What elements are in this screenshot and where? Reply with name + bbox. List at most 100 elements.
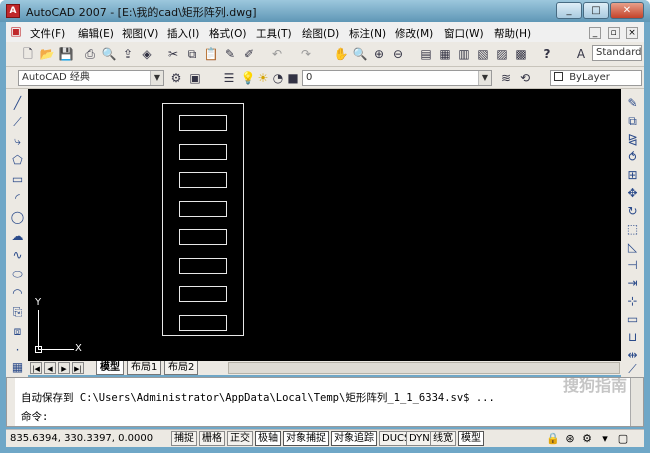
minimize-button[interactable]: _ (556, 2, 582, 19)
make-layer-current-icon[interactable]: ≋ (498, 70, 514, 86)
text-style-combo[interactable]: Standard (592, 45, 642, 61)
markup-icon[interactable]: ▨ (494, 46, 510, 62)
array-rectangle[interactable] (179, 258, 227, 274)
first-tab-button[interactable]: |◀ (30, 362, 42, 374)
erase-icon[interactable]: ✎ (624, 95, 641, 112)
line-icon[interactable]: ╱ (9, 95, 26, 112)
design-center-icon[interactable]: ▦ (437, 46, 453, 62)
workspace-save-icon[interactable]: ▣ (187, 70, 203, 86)
array-icon[interactable]: ⊞ (624, 167, 641, 184)
model-toggle[interactable]: 模型 (458, 431, 484, 446)
properties-icon[interactable]: ▤ (418, 46, 434, 62)
coordinate-readout[interactable]: 835.6394, 330.3397, 0.0000 (10, 433, 153, 444)
last-tab-button[interactable]: ▶| (72, 362, 84, 374)
redo-icon[interactable]: ↷ (298, 46, 314, 62)
layer-combo[interactable]: 0 ▼ (302, 70, 492, 86)
lineweight-toggle[interactable]: 线宽 (430, 431, 456, 446)
trim-icon[interactable]: ⊣ (624, 257, 641, 274)
help-icon[interactable]: ? (539, 46, 555, 62)
revision-cloud-icon[interactable]: ☁ (9, 228, 26, 245)
spline-icon[interactable]: ∿ (9, 247, 26, 264)
break-icon[interactable]: ▭ (624, 311, 641, 328)
move-icon[interactable]: ✥ (624, 185, 641, 202)
osnap-toggle[interactable]: 对象捕捉 (283, 431, 329, 446)
menu-edit[interactable]: 编辑(E) (78, 26, 114, 41)
array-rectangle[interactable] (179, 115, 227, 131)
menu-dimension[interactable]: 标注(N) (349, 26, 386, 41)
rectangle-icon[interactable]: ▭ (9, 171, 26, 188)
array-rectangle[interactable] (179, 315, 227, 331)
dyn-toggle[interactable]: DYN (406, 431, 433, 446)
grid-toggle[interactable]: 栅格 (199, 431, 225, 446)
array-rectangle[interactable] (179, 172, 227, 188)
copy-icon[interactable]: ⧉ (184, 46, 200, 62)
zoom-realtime-icon[interactable]: 🔍 (352, 46, 368, 62)
point-icon[interactable]: · (9, 342, 26, 359)
break-at-point-icon[interactable]: ⊹ (624, 293, 641, 310)
layer-previous-icon[interactable]: ⟲ (517, 70, 533, 86)
polygon-icon[interactable]: ⬠ (9, 152, 26, 169)
ellipse-icon[interactable]: ⬭ (9, 266, 26, 283)
save-icon[interactable]: 💾 (58, 46, 74, 62)
array-rectangle[interactable] (179, 201, 227, 217)
offset-icon[interactable]: ⥀ (624, 149, 641, 166)
insert-block-icon[interactable]: ⎘ (9, 304, 26, 321)
menu-insert[interactable]: 插入(I) (167, 26, 199, 41)
command-grip[interactable] (7, 378, 15, 426)
prev-tab-button[interactable]: ◀ (44, 362, 56, 374)
array-rectangle[interactable] (179, 229, 227, 245)
open-icon[interactable]: 📂 (39, 46, 55, 62)
layer-lock-icon[interactable]: ◔ (270, 70, 286, 86)
command-window[interactable]: 自动保存到 C:\Users\Administrator\AppData\Loc… (6, 376, 644, 427)
status-tray-icon[interactable]: ⚙ (580, 432, 594, 446)
paste-icon[interactable]: 📋 (203, 46, 219, 62)
maximize-button[interactable]: □ (583, 2, 609, 19)
layer-on-icon[interactable]: 💡 (240, 70, 256, 86)
tab-layout2[interactable]: 布局2 (164, 361, 199, 375)
tab-layout1[interactable]: 布局1 (127, 361, 162, 375)
pan-icon[interactable]: ✋ (333, 46, 349, 62)
close-button[interactable]: ✕ (610, 2, 644, 19)
menu-format[interactable]: 格式(O) (209, 26, 246, 41)
ortho-toggle[interactable]: 正交 (227, 431, 253, 446)
next-tab-button[interactable]: ▶ (58, 362, 70, 374)
ellipse-arc-icon[interactable]: ◠ (9, 285, 26, 302)
menu-window[interactable]: 窗口(W) (444, 26, 484, 41)
scale-icon[interactable]: ⬚ (624, 221, 641, 238)
autocad-app-icon[interactable]: A (6, 4, 20, 18)
snap-toggle[interactable]: 捕捉 (171, 431, 197, 446)
clean-screen-icon[interactable]: ▢ (616, 432, 630, 446)
undo-icon[interactable]: ↶ (269, 46, 285, 62)
join-icon[interactable]: ⊔ (624, 329, 641, 346)
array-rectangle[interactable] (179, 286, 227, 302)
new-icon[interactable]: 🗋 (20, 46, 36, 62)
block-editor-icon[interactable]: ✐ (241, 46, 257, 62)
publish-icon[interactable]: ⇪ (120, 46, 136, 62)
workspace-combo[interactable]: AutoCAD 经典 ▼ (18, 70, 164, 86)
make-block-icon[interactable]: ⧈ (9, 323, 26, 340)
tool-palettes-icon[interactable]: ▥ (456, 46, 472, 62)
menu-modify[interactable]: 修改(M) (395, 26, 433, 41)
array-rectangle[interactable] (179, 144, 227, 160)
menu-file[interactable]: 文件(F) (30, 26, 65, 41)
chevron-down-icon[interactable]: ▾ (598, 432, 612, 446)
zoom-window-icon[interactable]: ⊕ (371, 46, 387, 62)
tab-model[interactable]: 模型 (96, 361, 124, 375)
menu-tools[interactable]: 工具(T) (256, 26, 292, 41)
3d-dwf-icon[interactable]: ◈ (139, 46, 155, 62)
sheet-set-icon[interactable]: ▧ (475, 46, 491, 62)
menu-help[interactable]: 帮助(H) (494, 26, 531, 41)
mirror-icon[interactable]: ⧎ (624, 131, 641, 148)
copy-object-icon[interactable]: ⧉ (624, 113, 641, 130)
zoom-previous-icon[interactable]: ⊖ (390, 46, 406, 62)
circle-icon[interactable]: ◯ (9, 209, 26, 226)
hatch-icon[interactable]: ▦ (9, 359, 26, 376)
command-scrollbar[interactable] (630, 378, 643, 426)
document-icon[interactable]: ▣ (8, 23, 24, 39)
text-style-icon[interactable]: A (573, 46, 589, 62)
rotate-icon[interactable]: ↻ (624, 203, 641, 220)
drawing-area[interactable]: Y X (28, 89, 621, 361)
command-prompt[interactable]: 命令: (21, 409, 48, 424)
lock-icon[interactable]: 🔒 (546, 432, 560, 446)
horizontal-scrollbar[interactable] (228, 362, 620, 374)
